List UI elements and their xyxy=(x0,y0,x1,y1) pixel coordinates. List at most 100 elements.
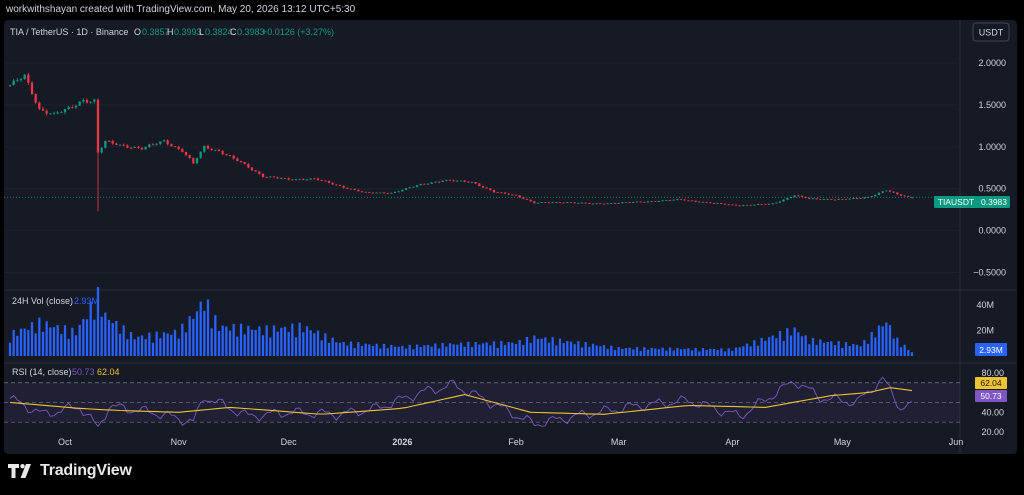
tradingview-brand: TradingView xyxy=(40,462,132,479)
volume-bar xyxy=(804,335,807,356)
volume-bar xyxy=(67,338,70,356)
candle-body xyxy=(478,183,481,187)
volume-bar xyxy=(357,342,360,356)
candle-body xyxy=(206,145,210,149)
volume-bar xyxy=(628,347,631,356)
volume-bar xyxy=(327,342,331,356)
candle-body xyxy=(547,202,551,204)
volume-bar xyxy=(580,347,584,356)
candle-body xyxy=(676,199,679,201)
volume-bar xyxy=(767,337,771,356)
candle-body xyxy=(716,203,719,204)
candle-body xyxy=(412,186,415,188)
candle-body xyxy=(896,192,899,195)
candle-body xyxy=(45,110,48,114)
volume-bar xyxy=(349,341,353,356)
candle-body xyxy=(338,184,342,186)
candle-body xyxy=(137,146,140,148)
candle-body xyxy=(419,183,422,186)
volume-bar xyxy=(639,351,642,356)
volume-bar xyxy=(896,337,899,356)
volume-bar xyxy=(859,346,862,356)
volume-bar xyxy=(217,330,221,356)
candle-body xyxy=(243,162,246,164)
volume-bar xyxy=(775,338,778,356)
candle-body xyxy=(760,203,763,205)
volume-bar xyxy=(360,345,364,356)
candle-body xyxy=(661,200,664,202)
candle-body xyxy=(888,190,892,192)
candle-body xyxy=(511,194,514,196)
candle-body xyxy=(247,163,250,168)
candle-body xyxy=(133,146,136,148)
volume-bar xyxy=(386,348,389,356)
volume-bar xyxy=(621,348,624,356)
volume-bar xyxy=(19,328,23,356)
candle-body xyxy=(679,199,683,201)
time-axis-label: Mar xyxy=(611,437,627,447)
candle-body xyxy=(56,112,59,114)
candle-body xyxy=(430,182,433,184)
volume-bar xyxy=(881,326,884,356)
candle-body xyxy=(386,193,389,195)
candle-body xyxy=(368,192,371,193)
candle-body xyxy=(830,199,833,200)
volume-bar xyxy=(720,348,723,356)
candle-body xyxy=(481,186,485,188)
candle-body xyxy=(529,199,532,202)
volume-bar xyxy=(188,316,191,356)
volume-bar xyxy=(448,343,452,356)
candle-body xyxy=(866,196,870,198)
candle-body xyxy=(764,204,767,205)
volume-bar xyxy=(657,349,661,356)
volume-tick-label: 20M xyxy=(976,325,994,335)
volume-bar xyxy=(338,342,342,356)
volume-bar xyxy=(258,326,261,356)
candle-body xyxy=(833,199,837,201)
volume-bar xyxy=(41,331,45,356)
volume-bar xyxy=(591,343,595,356)
candle-body xyxy=(30,82,34,95)
volume-bar xyxy=(822,342,826,356)
candle-body xyxy=(544,202,547,203)
volume-bar xyxy=(441,342,444,356)
candle-body xyxy=(786,198,789,200)
candle-body xyxy=(115,143,118,145)
price-tick-label: 1.5000 xyxy=(978,100,1006,110)
currency-button-label[interactable]: USDT xyxy=(979,28,1004,38)
candle-body xyxy=(217,149,221,152)
candle-body xyxy=(404,188,408,190)
candle-body xyxy=(302,179,305,180)
ohlc-open-label: O xyxy=(134,27,141,37)
volume-bar xyxy=(404,348,408,356)
candle-body xyxy=(841,199,844,200)
candle-body xyxy=(232,155,235,159)
volume-last-tag-label: 2.93M xyxy=(979,345,1003,355)
price-grid: 2.0000 1.5000 1.0000 0.5000 0.0000 −0.5000 xyxy=(4,58,1006,277)
currency-button[interactable]: USDT xyxy=(972,22,1010,42)
volume-bar xyxy=(184,332,188,356)
candle-body xyxy=(910,197,914,199)
volume-bar xyxy=(423,345,426,356)
volume-bar xyxy=(8,342,12,356)
volume-bar xyxy=(78,324,81,356)
candle-body xyxy=(250,167,254,171)
volume-bar xyxy=(558,338,562,356)
chart-area: 2.0000 1.5000 1.0000 0.5000 0.0000 −0.5000 40… xyxy=(4,20,1017,454)
candle-body xyxy=(100,147,103,153)
candle-body xyxy=(371,192,375,194)
candle-body xyxy=(159,141,162,144)
candle-body xyxy=(118,144,122,146)
volume-bar xyxy=(907,349,910,356)
candle-body xyxy=(298,179,301,180)
volume-bar xyxy=(390,344,393,356)
candle-body xyxy=(269,176,272,178)
candle-body xyxy=(811,198,815,200)
candle-body xyxy=(214,149,217,151)
volume-bar xyxy=(269,337,272,356)
volume-bar xyxy=(826,341,829,356)
candle-body xyxy=(822,199,826,201)
candle-body xyxy=(580,202,584,204)
volume-bar xyxy=(679,349,683,356)
rsi-legend-value: 50.73 xyxy=(72,367,95,377)
